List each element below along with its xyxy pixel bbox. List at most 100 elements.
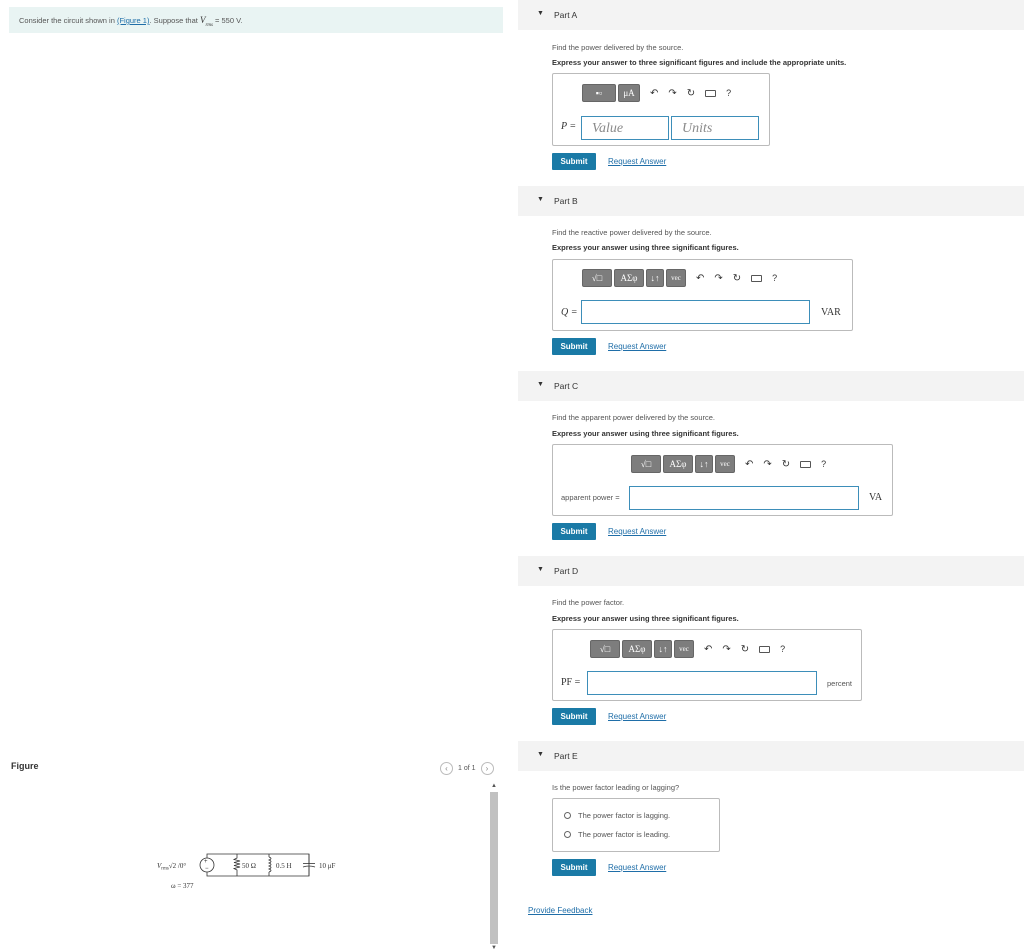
figure-label: Figure (11, 761, 39, 771)
vec-button[interactable]: vec (674, 640, 694, 658)
reset-icon[interactable]: ↻ (733, 273, 741, 284)
figure-link[interactable]: (Figure 1) (117, 16, 150, 25)
help-icon[interactable]: ? (780, 644, 785, 654)
reset-icon[interactable]: ↻ (782, 459, 790, 470)
redo-icon[interactable]: ↷ (763, 459, 771, 470)
vec-button[interactable]: vec (715, 455, 735, 473)
part-d-header[interactable]: ▼ Part D (518, 556, 1024, 586)
part-e-submit-button[interactable]: Submit (552, 859, 596, 876)
radio-button[interactable] (564, 831, 571, 838)
part-a-submit-button[interactable]: Submit (552, 153, 596, 170)
part-d-input[interactable] (587, 671, 817, 695)
part-c-instruction: Express your answer using three signific… (552, 429, 739, 438)
part-a-var: P = (561, 121, 577, 132)
redo-icon[interactable]: ↷ (668, 88, 676, 99)
greek-label: ΑΣφ (620, 273, 638, 283)
math-template-button[interactable]: √□ (631, 455, 661, 473)
math-template-label: √□ (640, 459, 652, 469)
units-button[interactable]: μA (618, 84, 640, 102)
subscript-button[interactable]: ↓↑ (646, 269, 664, 287)
part-a-header[interactable]: ▼ Part A (518, 0, 1024, 30)
subscript-button[interactable]: ↓↑ (695, 455, 713, 473)
part-e-header[interactable]: ▼ Part E (518, 741, 1024, 771)
part-d-submit-button[interactable]: Submit (552, 708, 596, 725)
part-d-request-answer-link[interactable]: Request Answer (608, 712, 666, 721)
pager-text: 1 of 1 (458, 765, 476, 772)
figure-scrollbar[interactable]: ▲ ▼ (489, 781, 499, 952)
part-b-instruction: Express your answer using three signific… (552, 243, 739, 252)
redo-icon[interactable]: ↷ (714, 273, 722, 284)
part-b-var: Q = (561, 307, 578, 318)
keyboard-icon[interactable] (800, 460, 812, 468)
vec-label: vec (720, 460, 730, 468)
undo-icon[interactable]: ↶ (704, 644, 712, 655)
part-a-answer-box: ▪▫ μA ↶ ↷ ↻ ? P = Value Units (552, 73, 770, 146)
reset-icon[interactable]: ↻ (687, 88, 695, 99)
redo-icon[interactable]: ↷ (722, 644, 730, 655)
collapse-triangle-icon: ▼ (537, 10, 544, 17)
subscript-button[interactable]: ↓↑ (654, 640, 672, 658)
keyboard-icon[interactable] (759, 645, 771, 653)
part-e-options-box: The power factor is lagging. The power f… (552, 798, 720, 852)
keyboard-icon[interactable] (751, 274, 763, 282)
option-leading[interactable]: The power factor is leading. (564, 830, 670, 839)
part-c-request-answer-link[interactable]: Request Answer (608, 527, 666, 536)
part-a-units-input[interactable]: Units (671, 116, 759, 140)
greek-label: ΑΣφ (628, 644, 646, 654)
problem-text-before: Consider the circuit shown in (19, 16, 117, 25)
part-a-value-input[interactable]: Value (581, 116, 669, 140)
part-c-input[interactable] (629, 486, 859, 510)
part-e-title: Part E (554, 751, 578, 761)
part-c-answer-box: √□ ΑΣφ ↓↑ vec ↶ ↷ ↻ ? apparent power = V… (552, 444, 893, 516)
vec-button[interactable]: vec (666, 269, 686, 287)
greek-button[interactable]: ΑΣφ (663, 455, 693, 473)
svg-text:+: + (204, 859, 208, 865)
part-d-toolbar: √□ ΑΣφ ↓↑ vec ↶ ↷ ↻ ? (590, 640, 785, 658)
part-b-submit-button[interactable]: Submit (552, 338, 596, 355)
undo-icon[interactable]: ↶ (650, 88, 658, 99)
vec-label: vec (671, 274, 681, 282)
part-b-request-answer-link[interactable]: Request Answer (608, 342, 666, 351)
scroll-up-icon[interactable]: ▲ (490, 782, 498, 790)
option-lagging[interactable]: The power factor is lagging. (564, 811, 670, 820)
source-sub: rms (161, 867, 169, 872)
provide-feedback-link[interactable]: Provide Feedback (528, 906, 592, 915)
greek-button[interactable]: ΑΣφ (614, 269, 644, 287)
scroll-thumb[interactable] (490, 792, 498, 944)
part-e-question: Is the power factor leading or lagging? (552, 783, 680, 792)
undo-icon[interactable]: ↶ (745, 459, 753, 470)
collapse-triangle-icon: ▼ (537, 566, 544, 573)
problem-statement: Consider the circuit shown in (Figure 1)… (9, 7, 503, 33)
undo-icon[interactable]: ↶ (696, 273, 704, 284)
circuit-diagram: + − Vrms√2 /0° ω = 377 50 Ω 0.5 H 10 μF (157, 853, 336, 890)
scroll-down-icon[interactable]: ▼ (490, 944, 498, 952)
subscript-label: ↓↑ (658, 644, 668, 654)
option-leading-label: The power factor is leading. (578, 830, 671, 839)
templates-button[interactable]: ▪▫ (582, 84, 616, 102)
part-c-header[interactable]: ▼ Part C (518, 371, 1024, 401)
part-a-request-answer-link[interactable]: Request Answer (608, 157, 666, 166)
part-d-instruction: Express your answer using three signific… (552, 614, 739, 623)
math-template-button[interactable]: √□ (582, 269, 612, 287)
prev-figure-button[interactable]: ‹ (440, 762, 453, 775)
next-figure-button[interactable]: › (480, 762, 494, 775)
part-a-title: Part A (554, 10, 578, 20)
help-icon[interactable]: ? (772, 273, 777, 283)
help-icon[interactable]: ? (821, 459, 826, 469)
greek-label: ΑΣφ (669, 459, 687, 469)
reset-icon[interactable]: ↻ (741, 644, 749, 655)
keyboard-icon[interactable] (705, 89, 717, 97)
part-b-input[interactable] (581, 300, 810, 324)
problem-text-after: . Suppose that (149, 16, 200, 25)
part-c-submit-button[interactable]: Submit (552, 523, 596, 540)
part-d-question: Find the power factor. (552, 598, 625, 607)
part-d-title: Part D (554, 566, 579, 576)
math-template-button[interactable]: √□ (590, 640, 620, 658)
collapse-triangle-icon: ▼ (537, 196, 544, 203)
radio-button[interactable] (564, 812, 571, 819)
part-b-header[interactable]: ▼ Part B (518, 186, 1024, 216)
math-template-label: √□ (591, 273, 603, 283)
help-icon[interactable]: ? (726, 88, 731, 98)
part-e-request-answer-link[interactable]: Request Answer (608, 863, 666, 872)
greek-button[interactable]: ΑΣφ (622, 640, 652, 658)
